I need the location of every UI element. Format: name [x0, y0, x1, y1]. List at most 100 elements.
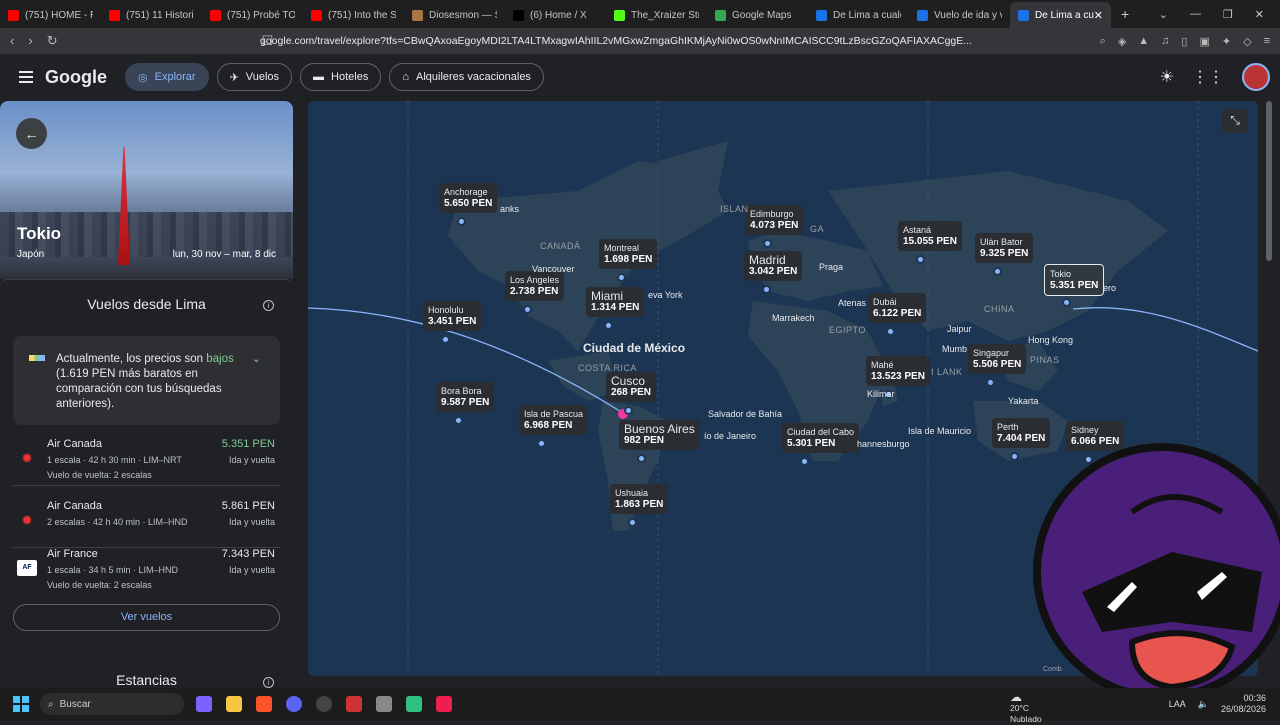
forward-icon[interactable]: ›	[28, 33, 32, 49]
info-icon[interactable]: i	[263, 300, 274, 311]
map-city-label[interactable]: eva York	[648, 290, 683, 300]
browser-tab[interactable]: Diosesmon — Serv	[404, 2, 505, 28]
zoom-icon[interactable]: ⌕	[1100, 35, 1106, 48]
airport-marker[interactable]	[604, 321, 613, 330]
map-city-label[interactable]: Praga	[819, 262, 843, 272]
airport-marker[interactable]	[624, 406, 633, 415]
fullscreen-exit-icon[interactable]: ⤡	[1222, 109, 1248, 133]
airport-marker[interactable]	[457, 217, 466, 226]
airport-marker[interactable]	[1062, 298, 1071, 307]
url-field[interactable]: google.com/travel/explore?tfs=CBwQAxoaEg…	[260, 35, 1100, 47]
airport-marker[interactable]	[993, 267, 1002, 276]
close-tab-icon[interactable]: ✕	[1094, 9, 1103, 22]
map-destination-pill[interactable]: Mahé 13.523 PEN	[866, 356, 930, 386]
hamburger-menu-icon[interactable]	[19, 71, 33, 83]
map-destination-pill[interactable]: Buenos Aires 982 PEN	[619, 420, 700, 450]
reload-icon[interactable]: ↻	[47, 33, 58, 49]
obs-icon[interactable]	[316, 696, 332, 712]
flight-option[interactable]: AF Air France 1 escala · 34 h 5 min · LIM–…	[13, 548, 280, 596]
browser-tab[interactable]: Vuelo de ida y vuel	[909, 2, 1010, 28]
back-icon[interactable]: ‹	[10, 33, 14, 49]
browser-tab[interactable]: (751) 11 Historias F	[101, 2, 202, 28]
map-destination-pill[interactable]: Los Angeles 2.738 PEN	[505, 271, 565, 301]
minimize-icon[interactable]: —	[1190, 8, 1201, 21]
vpn-icon[interactable]: ◇	[1243, 35, 1251, 48]
discord-icon[interactable]	[286, 696, 302, 712]
tab-explore[interactable]: ◎ Explorar	[125, 63, 209, 91]
clock[interactable]: 00:36 26/08/2026	[1221, 693, 1266, 715]
airport-marker[interactable]	[762, 285, 771, 294]
apps-grid-icon[interactable]: ⋮⋮	[1192, 67, 1224, 87]
windows-start-icon[interactable]	[13, 696, 29, 712]
page-scrollbar[interactable]	[1266, 101, 1272, 261]
map-destination-pill[interactable]: Tokio 5.351 PEN	[1044, 264, 1105, 296]
airport-marker[interactable]	[441, 335, 450, 344]
map-destination-pill[interactable]: Montreal 1.698 PEN	[599, 239, 658, 269]
google-logo[interactable]: Google	[45, 67, 107, 88]
file-explorer-icon[interactable]	[226, 696, 242, 712]
flight-option[interactable]: ✹ Air Canada 1 escala · 42 h 30 min · LIM–…	[13, 438, 280, 486]
weather-widget[interactable]: ☁ 20°C Nublado	[1010, 691, 1042, 725]
map-destination-pill[interactable]: Astaná 15.055 PEN	[898, 221, 962, 251]
theme-icon[interactable]: ☀	[1160, 67, 1174, 87]
copilot-icon[interactable]	[196, 696, 212, 712]
maximize-icon[interactable]: ❐	[1223, 8, 1233, 21]
map-city-label[interactable]: ío de Janeiro	[704, 431, 756, 441]
browser-tab[interactable]: Google Maps	[707, 2, 808, 28]
map-city-label[interactable]: Vancouver	[532, 264, 574, 274]
map-destination-pill[interactable]: Dubái 6.122 PEN	[868, 293, 927, 323]
map-city-label[interactable]: Jaipur	[947, 324, 972, 334]
map-city-label[interactable]: Salvador de Bahía	[708, 409, 782, 419]
menu-icon[interactable]: ≡	[1264, 35, 1270, 48]
map-city-label[interactable]: Atenas	[838, 298, 866, 308]
airport-marker[interactable]	[916, 255, 925, 264]
flight-option[interactable]: ✹ Air Canada 2 escalas · 42 h 40 min · LIM…	[13, 500, 280, 548]
map-city-label[interactable]: Marrakech	[772, 313, 815, 323]
browser-tab[interactable]: (751) Into the Spide	[303, 2, 404, 28]
airport-marker[interactable]	[523, 305, 532, 314]
airport-marker[interactable]	[628, 518, 637, 527]
taskbar-search[interactable]: ⌕ Buscar	[40, 693, 184, 715]
new-tab-icon[interactable]: +	[1121, 6, 1129, 22]
airport-marker[interactable]	[1010, 452, 1019, 461]
browser-tab[interactable]: (6) Home / X	[505, 2, 606, 28]
airport-marker[interactable]	[800, 457, 809, 466]
airport-marker[interactable]	[763, 239, 772, 248]
airport-marker[interactable]	[886, 327, 895, 336]
volume-icon[interactable]: 🔈	[1198, 699, 1209, 710]
airport-marker[interactable]	[454, 416, 463, 425]
airport-marker[interactable]	[617, 273, 626, 282]
map-destination-pill[interactable]: Madrid 3.042 PEN	[744, 251, 803, 281]
sidebar-icon[interactable]: ▯	[1181, 35, 1187, 48]
browser-tab[interactable]: De Lima a cua ✕	[1010, 2, 1111, 28]
notepad-icon[interactable]	[406, 696, 422, 712]
close-window-icon[interactable]: ✕	[1255, 8, 1264, 21]
back-button[interactable]: ←	[16, 118, 47, 149]
language-indicator[interactable]: LAA	[1169, 699, 1186, 709]
settings-icon[interactable]	[376, 696, 392, 712]
chevron-down-icon[interactable]: ⌄	[252, 352, 261, 365]
airport-marker[interactable]	[637, 454, 646, 463]
browser-tab[interactable]: The_Xraizer Stream	[606, 2, 707, 28]
rewards-icon[interactable]: ▲	[1138, 35, 1149, 48]
tiktok-icon[interactable]	[436, 696, 452, 712]
avatar[interactable]	[1242, 63, 1270, 91]
map-destination-pill[interactable]: Cusco 268 PEN	[606, 372, 657, 402]
map-city-label[interactable]: Isla de Mauricio	[908, 426, 971, 436]
map-destination-pill[interactable]: Ciudad del Cabo 5.301 PEN	[782, 423, 860, 453]
map-city-label[interactable]: hannesburgo	[857, 439, 910, 449]
map-city-label[interactable]: Yakarta	[1008, 396, 1038, 406]
map-city-label[interactable]: Hong Kong	[1028, 335, 1073, 345]
map-destination-pill[interactable]: Edimburgo 4.073 PEN	[745, 205, 804, 235]
music-icon[interactable]: ♫	[1161, 35, 1169, 48]
map-destination-pill[interactable]: Ushuaia 1.863 PEN	[610, 484, 669, 514]
map-destination-pill[interactable]: Bora Bora 9.587 PEN	[436, 382, 495, 412]
map-destination-pill[interactable]: Miami 1.314 PEN	[586, 287, 645, 317]
price-notice[interactable]: Actualmente, los precios son bajos (1.61…	[13, 336, 280, 425]
brave-shield-icon[interactable]: ◈	[1118, 35, 1126, 48]
tab-list-icon[interactable]: ⌄	[1159, 8, 1168, 21]
map-destination-pill[interactable]: Singapur 5.506 PEN	[968, 344, 1027, 374]
brave-icon[interactable]	[256, 696, 272, 712]
app-icon[interactable]	[346, 696, 362, 712]
tab-bed[interactable]: ▬ Hoteles	[300, 63, 382, 91]
